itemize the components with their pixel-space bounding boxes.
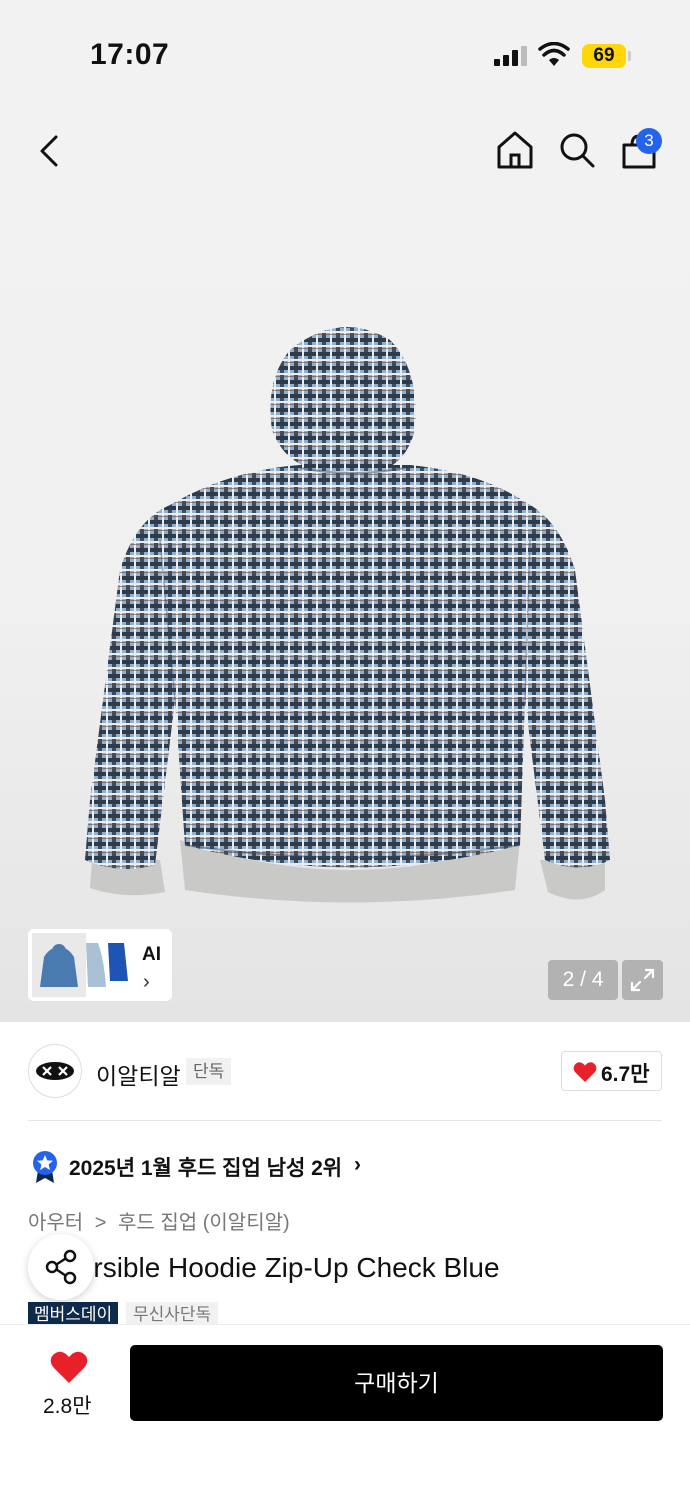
hoodie-image	[85, 327, 610, 903]
product-image[interactable]	[0, 100, 690, 1022]
brand-like-count: 6.7만	[601, 1063, 650, 1086]
share-button[interactable]	[28, 1234, 94, 1300]
status-time: 17:07	[90, 38, 170, 71]
brand-logo-mark	[36, 1062, 74, 1080]
share-icon	[45, 1249, 77, 1285]
wifi-icon	[538, 42, 570, 66]
breadcrumb-subcategory[interactable]: 후드 집업 (이알티알)	[118, 1212, 290, 1234]
divider	[28, 1120, 662, 1121]
wishlist-heart-icon[interactable]	[50, 1350, 88, 1384]
product-title: Reversible Hoodie Zip-Up Check Blue	[28, 1252, 500, 1283]
chevron-left-icon[interactable]	[36, 134, 62, 168]
expand-button[interactable]	[622, 960, 663, 1000]
gallery-page-indicator: 2 / 4	[548, 960, 618, 1000]
ranking-link[interactable]: 2025년 1월 후드 집업 남성 2위	[69, 1152, 342, 1182]
brand-name[interactable]: 이알티알	[96, 1057, 181, 1091]
expand-icon	[630, 968, 655, 992]
brand-logo[interactable]	[28, 1044, 82, 1098]
thumbnail-images	[32, 933, 128, 997]
battery-indicator: 69	[582, 44, 626, 68]
breadcrumb-separator: >	[94, 1212, 107, 1234]
breadcrumb-category[interactable]: 아우터	[28, 1212, 83, 1234]
wishlist-count: 2.8만	[43, 1395, 92, 1418]
breadcrumb: 아우터 > 후드 집업 (이알티알)	[28, 1206, 290, 1235]
cellular-signal-icon	[494, 46, 528, 66]
ai-label: AI	[142, 944, 161, 965]
exclusive-tag: 단독	[186, 1058, 232, 1085]
ranking-badge-icon	[33, 1151, 57, 1183]
chevron-right-icon: ›	[143, 971, 150, 993]
buy-button[interactable]: 구매하기	[130, 1345, 663, 1421]
battery-tip	[628, 51, 631, 61]
search-icon[interactable]	[558, 131, 596, 169]
status-bar: 17:07 69	[0, 0, 690, 100]
home-icon[interactable]	[496, 130, 534, 170]
chevron-right-icon: ›	[354, 1153, 361, 1176]
heart-icon	[573, 1062, 597, 1082]
cart-count-badge: 3	[636, 128, 662, 154]
